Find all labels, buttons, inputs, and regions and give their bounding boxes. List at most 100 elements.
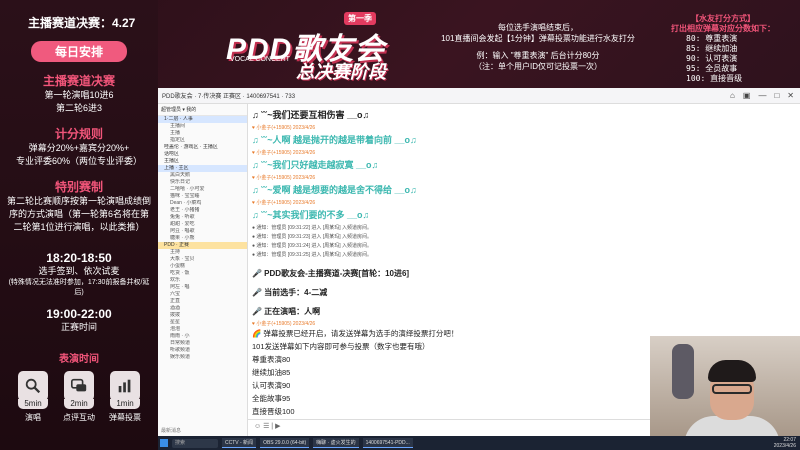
- message-meta: ♥ 小金子(+15905) 2023/4/26: [252, 175, 316, 181]
- channel-item[interactable]: 六宝: [158, 291, 247, 298]
- channel-item[interactable]: 糖果 · 小熊: [158, 235, 247, 242]
- main-time: 19:00-22:00: [46, 307, 112, 321]
- system-notice: ● 通知：管理员 [09:31:23] 进入 [周某玛] 入频道房间。: [252, 234, 372, 240]
- channel-item[interactable]: 甜甜 · 爱吃: [158, 221, 247, 228]
- score-code: 80: 尊重表演: [686, 34, 738, 43]
- channel-item[interactable]: 猫咪 · 宝宝睡: [158, 193, 247, 200]
- taskbar-app[interactable]: CCTV - 新闻: [222, 438, 257, 448]
- home-icon[interactable]: ⌂: [730, 91, 735, 100]
- taskbar-app[interactable]: 嗨聊 · 虚火发生的: [313, 438, 359, 448]
- channel-item[interactable]: 小蛋糕: [158, 263, 247, 270]
- windows-start-icon[interactable]: [160, 439, 168, 447]
- system-notice: ● 通知：管理员 [09:31:24] 进入 [周某玛] 入频道房间。: [252, 243, 372, 249]
- channel-item[interactable]: 听歌频道: [158, 347, 247, 354]
- channel-item[interactable]: 黑白天鹅: [158, 172, 247, 179]
- channel-item[interactable]: 拨拨: [158, 312, 247, 319]
- channel-item[interactable]: 阿豆 · 唱歌: [158, 228, 247, 235]
- message-meta: ♥ 小金子(+15905) 2023/4/26: [252, 321, 316, 327]
- channel-item[interactable]: 主播间: [158, 123, 247, 130]
- channel-item[interactable]: 指定区: [158, 137, 247, 144]
- special-rule-line: 二轮第1位进行演唱，以此类推）: [13, 222, 145, 232]
- clock-date: 2023/4/26: [773, 443, 796, 449]
- score-rule-line: 弹幕分20%+嘉宾分20%+: [28, 143, 130, 153]
- channel-item[interactable]: 娱乐频道: [158, 354, 247, 361]
- sidebar-footer[interactable]: 最新消息: [161, 427, 181, 434]
- channel-item[interactable]: 二嘻嘻 · 小可爱: [158, 186, 247, 193]
- close-button[interactable]: ✕: [787, 91, 794, 100]
- top-banner: 第一季 PDD歌友会 VOCAL CONCERT 总决赛阶段 每位选手演唱结束后…: [158, 0, 800, 88]
- stage-title: 总决赛阶段: [296, 62, 386, 82]
- lyric-message: ♫ ˘˘~爱啊 越是想要的越是舍不得给 __o♫: [252, 185, 417, 195]
- taskbar-search[interactable]: 搜索: [172, 438, 218, 448]
- system-notice: ● 通知：管理员 [09:31:22] 进入 [周某玛] 入频道房间。: [252, 225, 372, 231]
- message-meta: ♥ 小金子(+15905) 2023/4/26: [252, 200, 316, 206]
- vote-instruction-line: （注：单个用户ID仅可记投票一次）: [474, 62, 602, 71]
- channel-item[interactable]: PDD · 正赛: [158, 242, 247, 249]
- taskbar: 搜索 CCTV - 新闻 OBS 29.0.0 (64-bit) 嗨聊 · 虚火…: [158, 436, 800, 450]
- channel-item[interactable]: 哇盖伦 · 游戏区 · 主播区: [158, 144, 247, 151]
- channel-item[interactable]: 话唠区: [158, 151, 247, 158]
- channel-item[interactable]: 雨雨 · 小: [158, 333, 247, 340]
- special-rules-title: 特别赛制: [54, 180, 103, 194]
- checkin-time: 18:20-18:50: [46, 251, 112, 265]
- screen-icon[interactable]: ▣: [743, 91, 751, 100]
- announcement: 🎤 当前选手：4-二减: [252, 288, 328, 297]
- perf-item-vote: 1min 弹幕投票: [109, 371, 141, 423]
- event-logo: 第一季 PDD歌友会 VOCAL CONCERT 总决赛阶段: [216, 6, 426, 84]
- vote-instruction-line: 101直播间会发起【1分钟】弹幕投票功能进行水友打分: [441, 34, 635, 43]
- channel-item[interactable]: 主播: [158, 130, 247, 137]
- channel-sidebar: 超管理员 ▾ 我的 1·二层 · 人事 主播间 主播 指定区 哇盖伦 · 游戏区 · 主…: [158, 104, 248, 436]
- channel-item[interactable]: Dean · 小菜鸡: [158, 200, 247, 207]
- perf-label: 点评互动: [63, 413, 95, 422]
- perf-item-comment: 2min 点评互动: [63, 371, 95, 423]
- lyric-message: ♫ ˘˘~我们还要互相伤害 __o♫: [252, 110, 370, 120]
- channel-item[interactable]: 酒酒: [158, 305, 247, 312]
- window-controls: ⌂ ▣ — □ ✕: [730, 91, 800, 100]
- perf-label: 演唱: [25, 413, 41, 422]
- window-title: PDD歌友会 · 7·传决赛 正赛区 · 1400697541 · 733: [162, 94, 296, 100]
- announcement: 🎤 正在演唱：人啊: [252, 307, 321, 316]
- channel-item[interactable]: 上播 · 主区: [158, 165, 247, 172]
- score-code: 100: 直接晋级: [686, 74, 743, 83]
- system-notice: ● 通知：管理员 [09:31:25] 进入 [周某玛] 入频道房间。: [252, 252, 372, 258]
- checkin-note: (特殊情况无法准时参加，17:30前报备并权/延后): [8, 279, 150, 296]
- special-rule-line: 第二轮比赛顺序按第一轮演唱成绩倒: [6, 196, 151, 206]
- channel-item[interactable]: 快乐日记: [158, 179, 247, 186]
- channel-item[interactable]: 阿左 · 唱: [158, 284, 247, 291]
- window-titlebar: PDD歌友会 · 7·传决赛 正赛区 · 1400697541 · 733 ⌂ …: [158, 88, 800, 104]
- channel-item[interactable]: 兔兔 · 听歌: [158, 214, 247, 221]
- minimize-button[interactable]: —: [758, 91, 766, 100]
- maximize-button[interactable]: □: [774, 91, 779, 100]
- perf-time-title: 表演时间: [59, 354, 99, 365]
- message-meta: ♥ 小金子(+15905) 2023/4/26: [252, 125, 316, 131]
- channel-item[interactable]: 主持: [158, 249, 247, 256]
- vote-instructions: 每位选手演唱结束后， 101直播间会发起【1分钟】弹幕投票功能进行水友打分 例：…: [438, 22, 638, 72]
- channel-item[interactable]: 大象 · 宝贝: [158, 256, 247, 263]
- announcement: 🎤 PDD歌友会-主播赛道-决赛[首轮：10进6]: [252, 269, 410, 278]
- logo-sub: VOCAL CONCERT: [230, 56, 290, 63]
- channel-item[interactable]: 星星: [158, 319, 247, 326]
- main-track-line: 第二轮6进3: [55, 103, 102, 113]
- score-codes-title: 【水友打分方式】: [691, 14, 755, 23]
- special-rule-line: 序的方式演唱（第一轮第6名将在第: [8, 209, 149, 219]
- channel-item[interactable]: 正直: [158, 298, 247, 305]
- taskbar-app[interactable]: OBS 29.0.0 (64-bit): [260, 438, 310, 448]
- channel-item[interactable]: 老王 · 小猪猪: [158, 207, 247, 214]
- channel-item[interactable]: 1·二层 · 人事: [158, 116, 247, 123]
- vote-instruction-line: 每位选手演唱结束后，: [498, 23, 578, 32]
- channel-item[interactable]: 主播区: [158, 158, 247, 165]
- glasses: [712, 384, 752, 394]
- channel-item[interactable]: 吃货 · 饭: [158, 270, 247, 277]
- taskbar-app[interactable]: 1400697541-PDD...: [362, 438, 413, 448]
- score-code: 95: 全员故事: [686, 64, 738, 73]
- channel-item[interactable]: 泡泡: [158, 326, 247, 333]
- score-rule-line: 专业评委60%（两位专业评委）: [15, 156, 142, 166]
- channel-item[interactable]: 日常频道: [158, 340, 247, 347]
- screen: 主播赛道决赛：4.27 每日安排 主播赛道决赛 第一轮演唱10进6 第二轮6进3…: [0, 0, 800, 450]
- score-code: 90: 认可表演: [686, 54, 738, 63]
- microphone-icon: [18, 371, 48, 401]
- score-code: 85: 继续加油: [686, 44, 738, 53]
- main-time-desc: 正赛时间: [60, 322, 97, 332]
- channel-item[interactable]: 欢乐: [158, 277, 247, 284]
- sidebar-header[interactable]: 超管理员 ▾ 我的: [158, 104, 247, 116]
